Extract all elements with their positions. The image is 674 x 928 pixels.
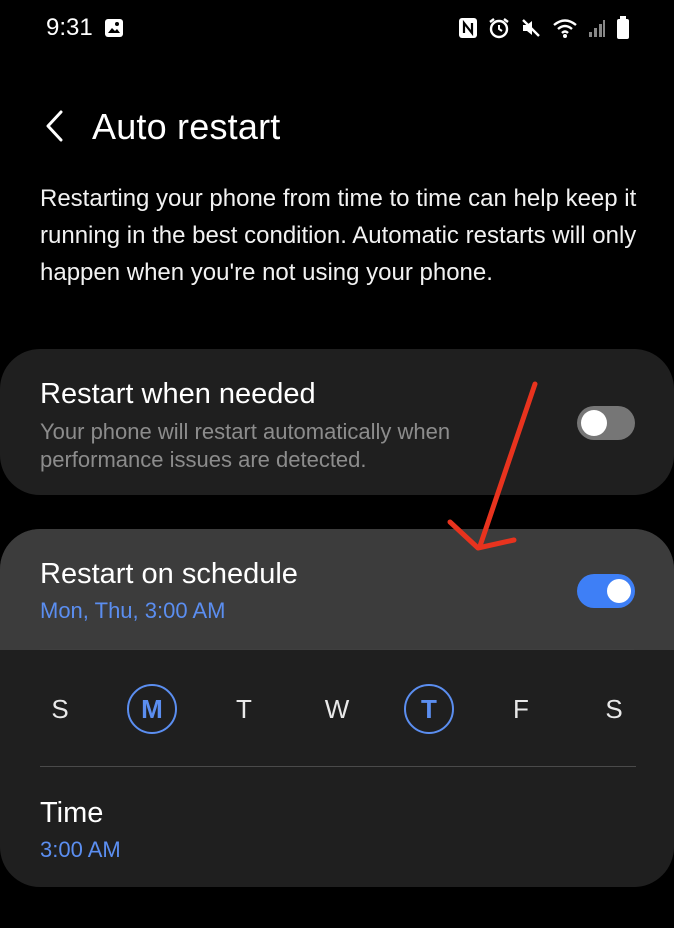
day-friday[interactable]: F	[496, 684, 546, 734]
status-time: 9:31	[46, 14, 93, 41]
description-text: Restarting your phone from time to time …	[40, 185, 637, 286]
nfc-icon	[458, 17, 478, 39]
day-wednesday[interactable]: W	[312, 684, 362, 734]
toggle-knob	[607, 579, 631, 603]
divider	[40, 649, 634, 650]
status-icons	[458, 16, 630, 40]
battery-icon	[616, 16, 630, 40]
day-tuesday[interactable]: T	[219, 684, 269, 734]
day-monday[interactable]: M	[127, 684, 177, 734]
chevron-left-icon	[43, 109, 65, 148]
back-button[interactable]	[34, 106, 74, 150]
time-label: Time	[40, 797, 104, 829]
gallery-icon	[104, 18, 124, 38]
annotation-arrow-icon	[420, 378, 550, 568]
mute-icon	[520, 17, 542, 39]
day-sunday[interactable]: S	[35, 684, 85, 734]
day-thursday[interactable]: T	[404, 684, 454, 734]
signal-icon	[588, 17, 606, 39]
restart-when-needed-toggle[interactable]	[577, 406, 635, 440]
alarm-icon	[488, 17, 510, 39]
wifi-icon	[552, 17, 578, 39]
restart-on-schedule-summary: Mon, Thu, 3:00 AM	[40, 598, 226, 623]
toggle-knob	[581, 410, 607, 436]
day-saturday[interactable]: S	[589, 684, 639, 734]
time-value: 3:00 AM	[40, 837, 121, 862]
restart-on-schedule-title: Restart on schedule	[40, 558, 298, 590]
restart-on-schedule-toggle[interactable]	[577, 574, 635, 608]
restart-when-needed-title: Restart when needed	[40, 378, 316, 410]
page-title: Auto restart	[92, 106, 281, 147]
